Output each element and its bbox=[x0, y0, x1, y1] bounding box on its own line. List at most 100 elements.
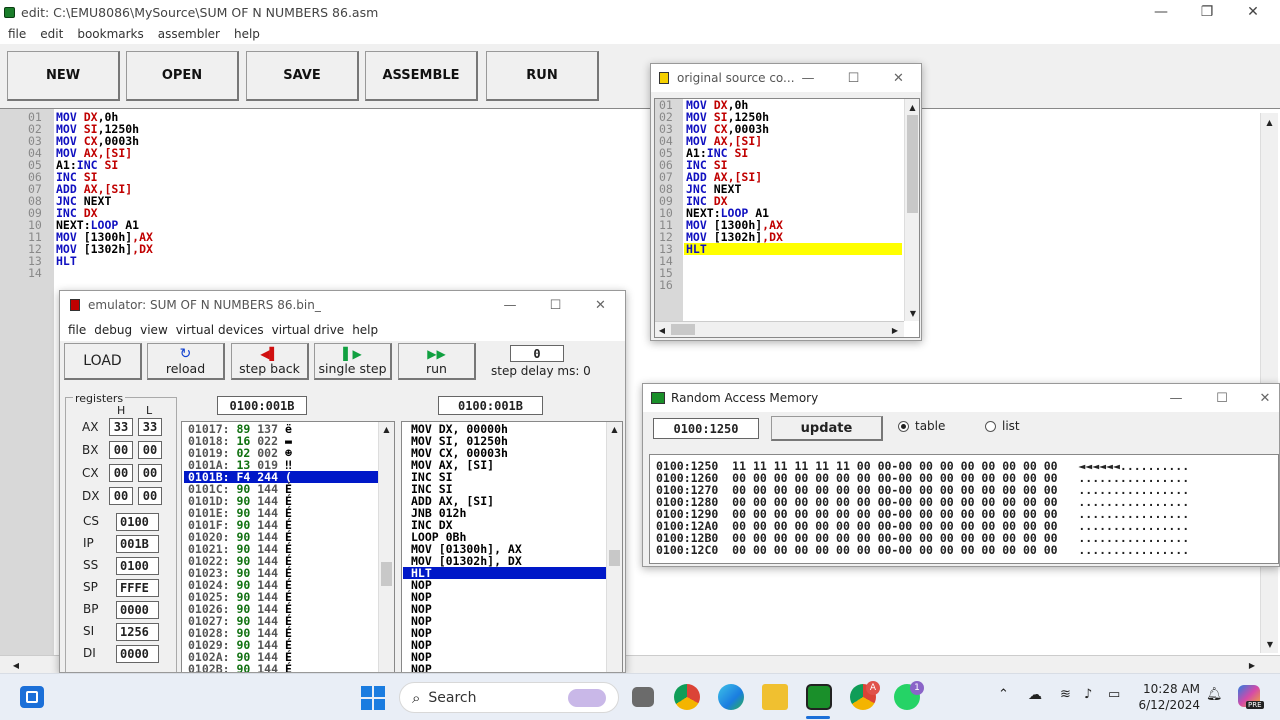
menu-bookmarks[interactable]: bookmarks bbox=[77, 27, 143, 41]
disasm-row[interactable]: NOP bbox=[403, 591, 607, 603]
source-code-view[interactable]: 01 02 03 04 05 06 07 08 09 10 11 12 13 14 15 16 MOV DX,… bbox=[654, 98, 920, 338]
disasm-row[interactable]: MOV [01302h], DX bbox=[403, 555, 607, 567]
memory-list[interactable]: 01017: 89 137 ë 01018: 16 022 ▬ 01019: 02 … bbox=[181, 421, 395, 672]
chrome-icon[interactable] bbox=[674, 684, 700, 710]
editor-code[interactable]: MOV DX,0h MOV SI,1250h MOV CX,0003h MOV AX,… bbox=[56, 111, 153, 279]
run-button[interactable]: RUN bbox=[486, 51, 599, 101]
editor-code-line[interactable] bbox=[56, 267, 153, 279]
maximize-icon[interactable]: ☐ bbox=[831, 64, 876, 92]
source-horizontal-scrollbar[interactable]: ◀ ▶ bbox=[655, 321, 904, 337]
disasm-row[interactable]: NOP bbox=[403, 627, 607, 639]
ram-address-input[interactable]: 0100:1250 bbox=[653, 418, 759, 439]
disassembly-scrollbar[interactable]: ▲ bbox=[606, 422, 622, 672]
menu-assembler[interactable]: assembler bbox=[158, 27, 220, 41]
memory-list-scrollbar[interactable]: ▲ bbox=[378, 422, 394, 672]
step-delay-input[interactable]: 0 bbox=[510, 345, 564, 362]
emu-menu-help[interactable]: help bbox=[352, 323, 378, 337]
ram-table[interactable]: 0100:1250 11 11 11 11 11 11 00 00-00 00 … bbox=[649, 454, 1279, 564]
menu-file[interactable]: file bbox=[8, 27, 26, 41]
widgets-icon[interactable] bbox=[20, 686, 44, 708]
source-code[interactable]: MOV DX,0h MOV SI,1250h MOV CX,0003h MOV AX,… bbox=[686, 99, 783, 291]
scroll-thumb[interactable] bbox=[381, 562, 392, 586]
volume-icon[interactable]: ♪ bbox=[1084, 687, 1092, 702]
source-code-line[interactable] bbox=[686, 267, 783, 279]
battery-icon[interactable]: ▭ bbox=[1108, 687, 1120, 702]
scroll-left-icon[interactable]: ◀ bbox=[655, 322, 669, 337]
close-icon[interactable]: ✕ bbox=[578, 291, 623, 319]
register-high-byte[interactable]: 33 bbox=[109, 418, 133, 436]
register-value[interactable]: 0100 bbox=[116, 513, 159, 531]
run-emulator-button[interactable]: ▶▶ run bbox=[398, 343, 476, 380]
disasm-row[interactable]: NOP bbox=[403, 579, 607, 591]
scroll-up-icon[interactable]: ▲ bbox=[905, 99, 919, 115]
register-value[interactable]: 0000 bbox=[116, 645, 159, 663]
source-code-line[interactable]: HLT bbox=[686, 243, 783, 255]
cloud-icon[interactable]: ☁ bbox=[1028, 687, 1042, 703]
scroll-right-icon[interactable]: ▶ bbox=[1244, 656, 1260, 674]
close-icon[interactable]: ✕ bbox=[1230, 0, 1276, 24]
ram-row[interactable]: 0100:12C0 00 00 00 00 00 00 00 00-00 00 … bbox=[656, 544, 1189, 556]
maximize-icon[interactable]: ☐ bbox=[533, 291, 578, 319]
menu-help[interactable]: help bbox=[234, 27, 260, 41]
close-icon[interactable]: ✕ bbox=[1245, 384, 1280, 412]
emu-menu-view[interactable]: view bbox=[140, 323, 168, 337]
wifi-icon[interactable]: ≋ bbox=[1060, 687, 1071, 702]
radio-unselected-icon[interactable] bbox=[985, 420, 996, 432]
update-button[interactable]: update bbox=[771, 416, 883, 441]
search-box[interactable]: ⌕ Search bbox=[399, 682, 619, 713]
memory-row[interactable]: 0102B: 90 144 É bbox=[184, 663, 380, 672]
scroll-thumb[interactable] bbox=[671, 324, 695, 335]
source-vertical-scrollbar[interactable]: ▲ ▼ bbox=[904, 99, 919, 321]
clock-time[interactable]: 10:28 AM bbox=[1140, 682, 1200, 696]
scroll-thumb[interactable] bbox=[609, 550, 620, 566]
minimize-icon[interactable]: — bbox=[487, 291, 533, 319]
register-low-byte[interactable]: 00 bbox=[138, 464, 162, 482]
minimize-icon[interactable]: — bbox=[1138, 0, 1184, 24]
scroll-thumb[interactable] bbox=[907, 115, 918, 213]
assemble-button[interactable]: ASSEMBLE bbox=[365, 51, 478, 101]
step-back-button[interactable]: ◀▌ step back bbox=[231, 343, 309, 380]
disassembly-list[interactable]: MOV DX, 00000h MOV SI, 01250h MOV CX, 0000… bbox=[401, 421, 623, 672]
disasm-row[interactable]: HLT bbox=[403, 567, 607, 579]
register-low-byte[interactable]: 00 bbox=[138, 487, 162, 505]
emu-menu-debug[interactable]: debug bbox=[94, 323, 132, 337]
disasm-row[interactable]: NOP bbox=[403, 615, 607, 627]
menu-edit[interactable]: edit bbox=[40, 27, 63, 41]
register-value[interactable]: FFFE bbox=[116, 579, 159, 597]
register-value[interactable]: 0000 bbox=[116, 601, 159, 619]
restore-icon[interactable]: ❐ bbox=[1184, 0, 1230, 24]
register-value[interactable]: 0100 bbox=[116, 557, 159, 575]
clock-date[interactable]: 6/12/2024 bbox=[1128, 698, 1200, 712]
notification-bell-icon[interactable]: 🔔︎ bbox=[1206, 687, 1223, 702]
scroll-up-icon[interactable]: ▲ bbox=[379, 422, 394, 436]
emu8086-taskbar-icon[interactable] bbox=[806, 684, 832, 710]
source-code-line[interactable] bbox=[686, 279, 783, 291]
minimize-icon[interactable]: — bbox=[785, 64, 831, 92]
show-hidden-icons-icon[interactable]: ⌃ bbox=[998, 687, 1009, 702]
open-button[interactable]: OPEN bbox=[126, 51, 239, 101]
task-view-icon[interactable] bbox=[632, 687, 654, 707]
scroll-left-icon[interactable]: ◀ bbox=[8, 656, 24, 674]
reload-button[interactable]: ↻ reload bbox=[147, 343, 225, 380]
scroll-right-icon[interactable]: ▶ bbox=[888, 322, 902, 337]
editor-code-line[interactable]: HLT bbox=[56, 255, 153, 267]
register-value[interactable]: 001B bbox=[116, 535, 159, 553]
scroll-up-icon[interactable]: ▲ bbox=[1261, 113, 1278, 131]
emu-menu-virtual-drive[interactable]: virtual drive bbox=[272, 323, 345, 337]
start-icon[interactable] bbox=[361, 686, 385, 710]
close-icon[interactable]: ✕ bbox=[876, 64, 921, 92]
emu-menu-file[interactable]: file bbox=[68, 323, 86, 337]
edge-icon[interactable] bbox=[718, 684, 744, 710]
minimize-icon[interactable]: — bbox=[1153, 384, 1199, 412]
load-button[interactable]: LOAD bbox=[64, 343, 142, 380]
disasm-row[interactable]: NOP bbox=[403, 639, 607, 651]
scroll-down-icon[interactable]: ▼ bbox=[1261, 635, 1279, 653]
register-high-byte[interactable]: 00 bbox=[109, 487, 133, 505]
register-value[interactable]: 1256 bbox=[116, 623, 159, 641]
emu-menu-virtual-devices[interactable]: virtual devices bbox=[176, 323, 264, 337]
register-high-byte[interactable]: 00 bbox=[109, 441, 133, 459]
radio-selected-icon[interactable] bbox=[898, 420, 909, 432]
disasm-row[interactable]: NOP bbox=[403, 603, 607, 615]
disasm-row[interactable]: NOP bbox=[403, 651, 607, 663]
maximize-icon[interactable]: ☐ bbox=[1199, 384, 1245, 412]
